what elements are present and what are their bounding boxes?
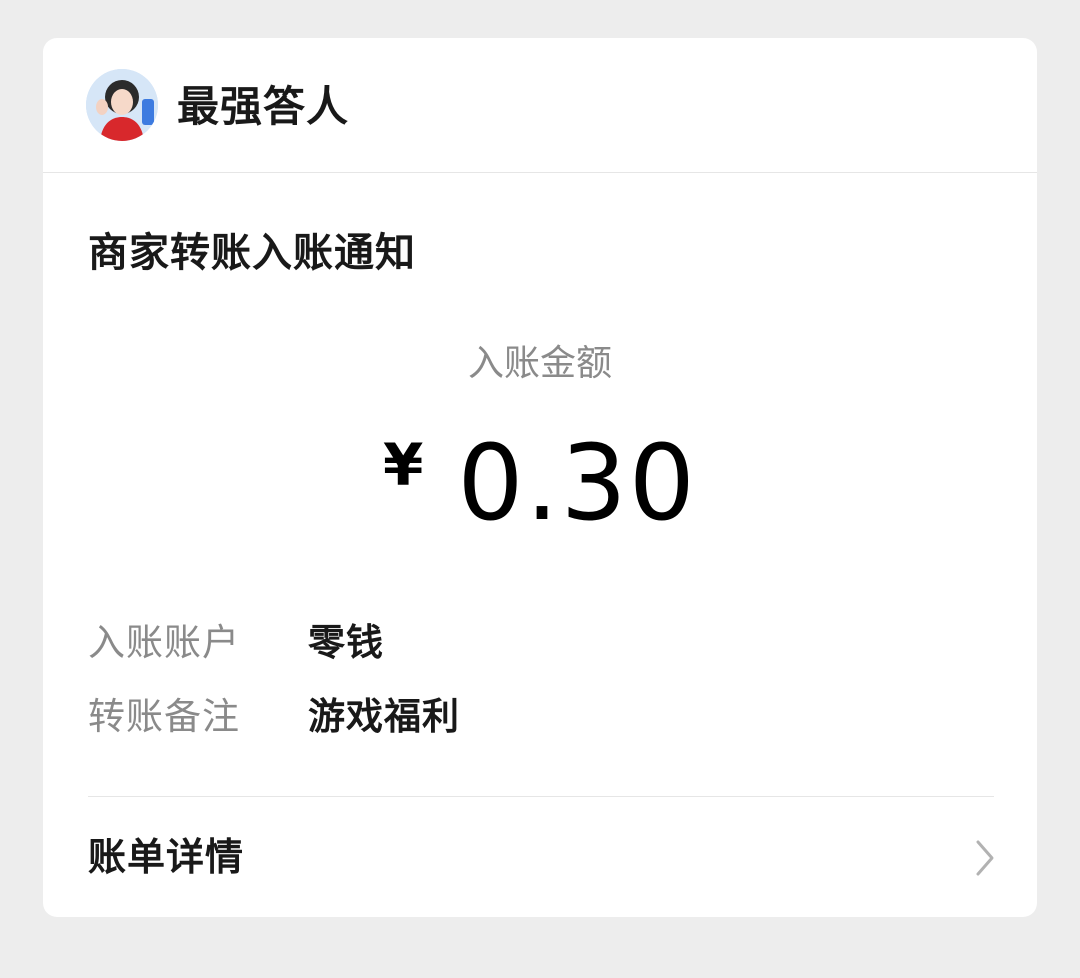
amount-display: ¥0.30: [43, 428, 1037, 538]
account-label: 入账账户: [88, 621, 240, 664]
account-value: 零钱: [308, 621, 384, 664]
bill-detail-link[interactable]: 账单详情: [43, 798, 1037, 917]
notice-title: 商家转账入账通知: [88, 230, 416, 276]
amount-value: 0.30: [457, 422, 697, 544]
merchant-name: 最强答人: [177, 82, 350, 131]
avatar[interactable]: [86, 69, 158, 141]
chevron-right-icon: [976, 840, 994, 876]
remark-label: 转账备注: [88, 695, 240, 738]
remark-value: 游戏福利: [308, 695, 460, 738]
currency-symbol: ¥: [383, 431, 424, 499]
transfer-notice-card: 最强答人 商家转账入账通知 入账金额 ¥0.30 入账账户 零钱 转账备注 游戏…: [43, 38, 1037, 917]
amount-label: 入账金额: [467, 343, 612, 384]
avatar-icon: [86, 69, 158, 141]
bill-detail-label: 账单详情: [88, 835, 245, 879]
merchant-header[interactable]: 最强答人: [43, 38, 1037, 173]
divider: [88, 796, 994, 797]
